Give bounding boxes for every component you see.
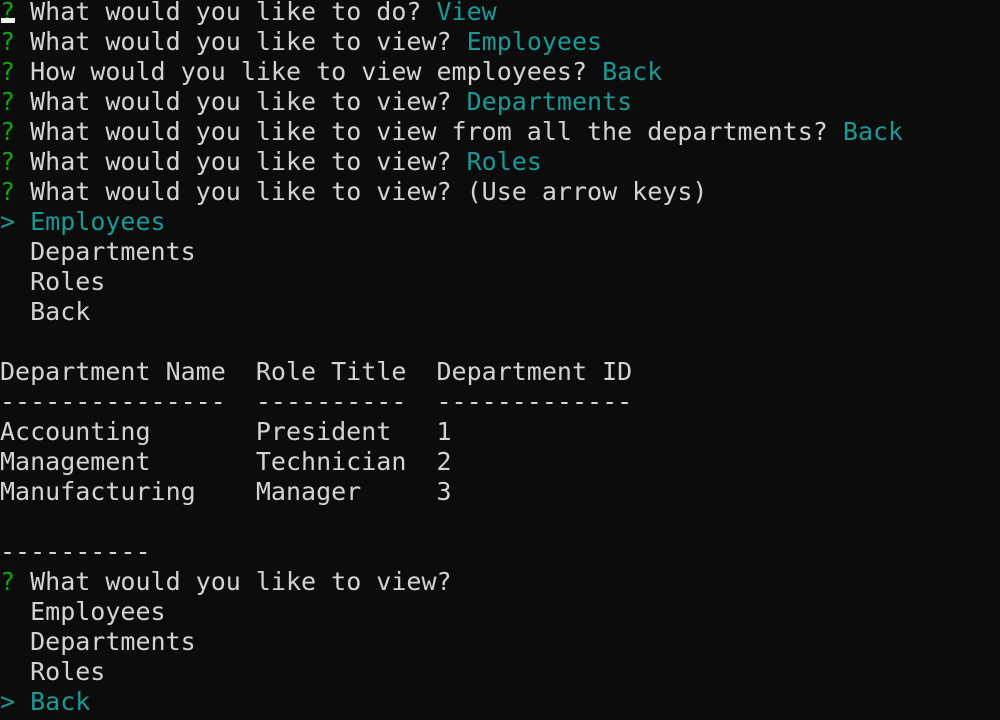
menu-option-label[interactable]: Departments — [0, 237, 196, 266]
pointer-icon: > — [0, 207, 16, 236]
question-text: What would you like to view? — [15, 147, 467, 176]
table-cell: 3 — [436, 477, 452, 506]
menu-option-label[interactable]: Employees — [0, 597, 165, 626]
question-mark-icon: ? — [0, 117, 16, 146]
question-mark-icon: ? — [0, 87, 16, 116]
table-cell: President — [255, 417, 437, 446]
table-cell: Manufacturing — [0, 477, 256, 506]
menu-option-label[interactable]: Back — [0, 297, 90, 326]
menu-option[interactable]: Departments — [0, 237, 903, 267]
table-cell: --------------- — [0, 387, 256, 416]
table-row: Accounting President 1 — [0, 417, 903, 447]
answer-text: Roles — [466, 147, 542, 176]
question-mark-icon: ? — [0, 57, 16, 86]
prompt-history-line: ? What would you like to view? Departmen… — [0, 87, 903, 117]
menu-option[interactable]: Departments — [0, 627, 903, 657]
menu-option[interactable]: Roles — [0, 657, 903, 687]
prompt-history-line: ? What would you like to view? Roles — [0, 147, 903, 177]
table-cell: Department ID — [436, 357, 633, 386]
menu-option[interactable]: Back — [0, 297, 903, 327]
table-cell: Technician — [255, 447, 437, 476]
menu-option[interactable]: > Employees — [0, 207, 903, 237]
menu-prompt-line: ? What would you like to view? (Use arro… — [0, 177, 903, 207]
table-header: Department Name Role Title Department ID — [0, 357, 903, 387]
question-text: How would you like to view employees? — [15, 57, 603, 86]
prompt-history-line: ? What would you like to do? View — [0, 0, 903, 27]
prompt-history-line: ? How would you like to view employees? … — [0, 57, 903, 87]
question-text: What would you like to view? — [15, 87, 467, 116]
menu-option-label[interactable]: Back — [15, 687, 90, 716]
prompt-history-line: ? What would you like to view from all t… — [0, 117, 903, 147]
question-text: What would you like to view? — [15, 27, 467, 56]
table-cell: 1 — [436, 417, 452, 446]
question-mark-icon: ? — [0, 147, 16, 176]
table-row: Manufacturing Manager 3 — [0, 477, 903, 507]
question-mark-icon: ? — [0, 177, 16, 206]
table-row: Management Technician 2 — [0, 447, 903, 477]
table-cell: Role Title — [255, 357, 437, 386]
menu-option-label[interactable]: Roles — [0, 657, 105, 686]
menu-option-label[interactable]: Roles — [0, 267, 105, 296]
question-text: What would you like to view? — [15, 177, 467, 206]
table-footer: ---------- — [0, 537, 903, 567]
table-cell: Department Name — [0, 357, 256, 386]
table-cell: ---------- — [255, 387, 437, 416]
menu-option[interactable]: > Back — [0, 687, 903, 717]
prompt-history-line: ? What would you like to view? Employees — [0, 27, 903, 57]
question-mark-icon: ? — [0, 27, 16, 56]
table-separator: --------------- ---------- ------------- — [0, 387, 903, 417]
question-text: What would you like to view from all the… — [15, 117, 843, 146]
menu-prompt-line: ? What would you like to view? — [0, 567, 903, 597]
pointer-icon: > — [0, 687, 16, 716]
answer-text: Departments — [466, 87, 633, 116]
table-cell: Management — [0, 447, 256, 476]
text-cursor — [1, 18, 15, 23]
question-text: What would you like to view? — [15, 567, 452, 596]
table-cell: ------------- — [436, 387, 633, 416]
menu-option[interactable]: Roles — [0, 267, 903, 297]
table-cell: Accounting — [0, 417, 256, 446]
answer-text: Employees — [466, 27, 603, 56]
answer-text: Back — [842, 117, 904, 146]
question-mark-icon: ? — [0, 567, 16, 596]
terminal-output: ? What would you like to do? View? What … — [0, 0, 903, 717]
answer-text: View — [436, 0, 497, 26]
answer-text: Back — [602, 57, 663, 86]
hint-text: (Use arrow keys) — [466, 177, 708, 206]
question-text: What would you like to do? — [15, 0, 437, 26]
table-cell: 2 — [436, 447, 452, 476]
footer-separator: ---------- — [0, 537, 151, 566]
menu-option[interactable]: Employees — [0, 597, 903, 627]
menu-option-label[interactable]: Departments — [0, 627, 196, 656]
menu-option-label[interactable]: Employees — [15, 207, 165, 236]
table-cell: Manager — [255, 477, 437, 506]
